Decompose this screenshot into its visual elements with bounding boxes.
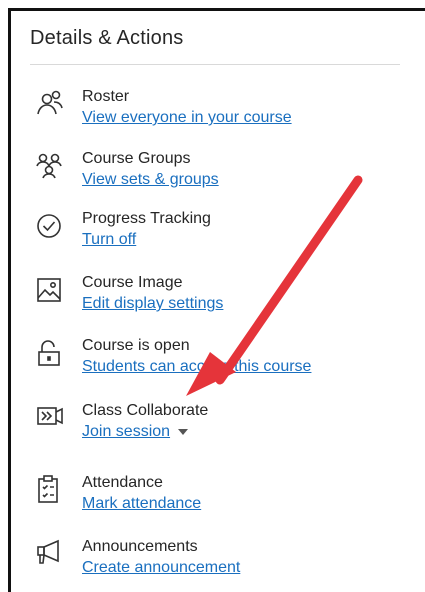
create-announcement-link[interactable]: Create announcement (82, 559, 240, 577)
view-sets-groups-link[interactable]: View sets & groups (82, 171, 219, 189)
progress-tracking-label: Progress Tracking (82, 210, 211, 227)
edit-display-settings-link[interactable]: Edit display settings (82, 295, 223, 313)
image-icon (35, 274, 65, 304)
mark-attendance-link[interactable]: Mark attendance (82, 495, 201, 513)
course-open-label: Course is open (82, 337, 190, 354)
roster-icon (35, 88, 65, 118)
progress-tracking-item: Progress Tracking Turn off (0, 210, 380, 260)
groups-icon (35, 150, 65, 180)
class-collaborate-item: Class Collaborate Join session (0, 402, 380, 452)
class-collaborate-label: Class Collaborate (82, 402, 209, 419)
attendance-icon (35, 474, 65, 504)
view-everyone-link[interactable]: View everyone in your course (82, 109, 292, 127)
roster-label: Roster (82, 88, 130, 105)
course-groups-item: Course Groups View sets & groups (0, 150, 380, 200)
attendance-item: Attendance Mark attendance (0, 474, 380, 524)
collaborate-icon (35, 402, 65, 432)
course-availability-item: Course is open Students can access this … (0, 337, 380, 387)
roster-item: Roster View everyone in your course (0, 88, 380, 138)
chevron-down-icon[interactable] (178, 428, 189, 435)
megaphone-icon (35, 538, 65, 568)
announcements-label: Announcements (82, 538, 198, 555)
panel-title: Details & Actions (30, 27, 184, 49)
course-image-item: Course Image Edit display settings (0, 274, 380, 324)
join-session-text[interactable]: Join session (82, 423, 170, 440)
course-groups-label: Course Groups (82, 150, 191, 167)
unlock-icon (35, 337, 65, 367)
course-image-label: Course Image (82, 274, 183, 291)
check-circle-icon (35, 210, 65, 240)
divider (30, 64, 400, 65)
join-session-link[interactable]: Join session (82, 423, 189, 441)
turn-off-link[interactable]: Turn off (82, 231, 136, 249)
announcements-item: Announcements Create announcement (0, 538, 380, 588)
attendance-label: Attendance (82, 474, 163, 491)
students-access-link[interactable]: Students can access this course (82, 358, 311, 376)
